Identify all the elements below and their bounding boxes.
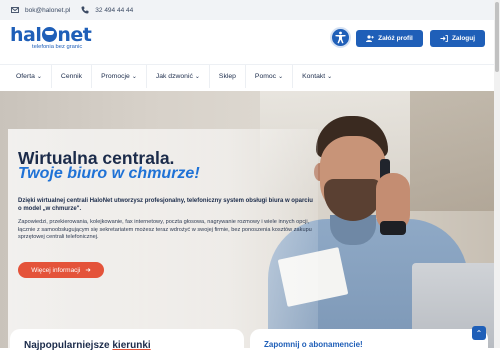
chevron-down-icon: ⌄ xyxy=(131,74,137,80)
nav-label: Promocje xyxy=(101,73,130,80)
nav-item-cennik[interactable]: Cennik xyxy=(52,65,93,88)
hero-subtitle: Twoje biuro w chmurze! xyxy=(18,165,200,182)
logo-word-start: hal xyxy=(10,24,42,46)
signup-button[interactable]: Załóż profil xyxy=(356,30,423,47)
chevron-down-icon: ⌄ xyxy=(327,74,333,80)
chevron-down-icon: ⌄ xyxy=(194,74,200,80)
nav-label: Jak dzwonić xyxy=(155,73,193,80)
nav-label: Sklep xyxy=(218,73,236,80)
hero-intro-bold: Dzięki wirtualnej centrali HaloNet utwor… xyxy=(18,198,313,212)
signup-label: Załóż profil xyxy=(378,35,413,42)
contact-email[interactable]: bok@halonet.pl xyxy=(25,7,70,14)
nav-label: Oferta xyxy=(16,73,35,80)
popular-destinations-title: Najpopularniejsze kierunki xyxy=(24,340,151,351)
nav-item-kontakt[interactable]: Kontakt ⌄ xyxy=(293,65,341,88)
nav-item-oferta[interactable]: Oferta ⌄ xyxy=(0,65,52,88)
scrollbar-thumb[interactable] xyxy=(495,2,499,72)
login-label: Zaloguj xyxy=(451,35,476,42)
nav-label: Cennik xyxy=(60,73,83,80)
main-nav: Oferta ⌄ Cennik Promocje ⌄ Jak dzwonić ⌄ Sk… xyxy=(0,64,500,88)
nav-item-sklep[interactable]: Sklep xyxy=(210,65,246,88)
scroll-to-top-button[interactable]: ⌃ xyxy=(472,326,486,340)
hero-description: Zapowiedzi, przekierowania, kolejkowanie… xyxy=(18,219,312,240)
chevron-down-icon: ⌄ xyxy=(36,74,42,80)
top-contact-bar: bok@halonet.pl 32 494 44 44 xyxy=(0,0,500,20)
more-info-label: Więcej informacji xyxy=(31,266,81,274)
card-title-text: Najpopularniejsze xyxy=(24,340,113,351)
nav-item-pomoc[interactable]: Pomoc ⌄ xyxy=(246,65,294,88)
halonet-logo[interactable]: hal net telefonia bez granic xyxy=(10,24,92,50)
more-info-button[interactable]: Więcej informacji ➜ xyxy=(18,262,104,278)
logo-word-end: net xyxy=(57,24,92,46)
contact-phone[interactable]: 32 494 44 44 xyxy=(95,7,133,14)
site-header: hal net telefonia bez granic Załóż profil… xyxy=(0,20,500,62)
chevron-up-icon: ⌃ xyxy=(475,328,483,338)
logo-phone-o-icon xyxy=(41,27,57,42)
phone-icon xyxy=(80,6,89,15)
mail-icon xyxy=(10,6,19,15)
arrow-right-icon: ➜ xyxy=(85,267,91,274)
card-title-highlight: kierunki xyxy=(112,340,151,351)
chevron-down-icon: ⌄ xyxy=(278,74,284,80)
user-add-icon xyxy=(366,35,374,42)
nav-item-jak-dzwonic[interactable]: Jak dzwonić ⌄ xyxy=(147,65,210,88)
nav-label: Pomoc xyxy=(254,73,277,80)
login-icon xyxy=(440,35,448,42)
accessibility-button[interactable] xyxy=(330,27,351,48)
nav-label: Kontakt xyxy=(302,73,326,80)
accessibility-icon xyxy=(335,31,346,44)
nav-item-promocje[interactable]: Promocje ⌄ xyxy=(92,65,147,88)
login-button[interactable]: Zaloguj xyxy=(430,30,485,47)
